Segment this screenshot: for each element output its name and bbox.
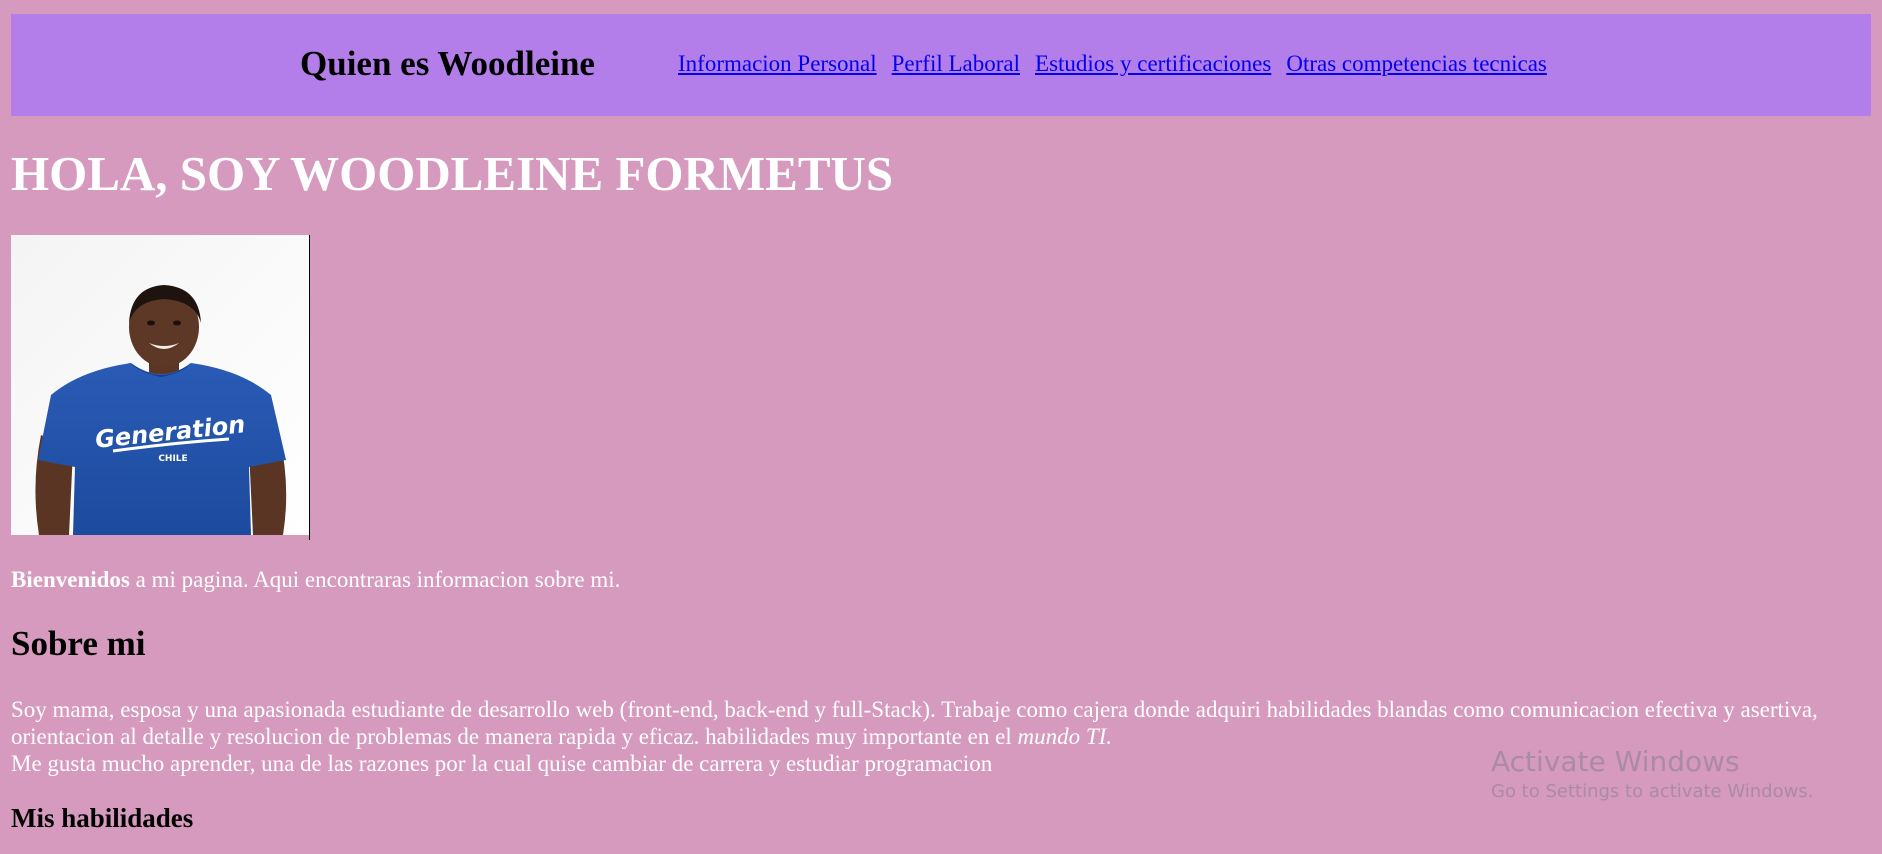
about-text-italic: mundo TI. (1017, 724, 1113, 749)
site-title: Quien es Woodleine (300, 44, 595, 83)
nav-link-otras-competencias[interactable]: Otras competencias tecnicas (1286, 50, 1547, 78)
site-header: Quien es Woodleine Informacion Personal … (11, 14, 1871, 116)
skills-heading: Mis habilidades (11, 803, 194, 833)
hero-title: HOLA, SOY WOODLEINE FORMETUS (11, 146, 894, 201)
about-heading: Sobre mi (11, 624, 146, 663)
windows-activation-watermark: Activate Windows Go to Settings to activ… (1491, 745, 1813, 804)
welcome-bold: Bienvenidos (11, 567, 130, 592)
nav-link-perfil-laboral[interactable]: Perfil Laboral (892, 50, 1020, 78)
profile-photo-frame: Generation CHILE (11, 235, 310, 540)
about-text-part1: Soy mama, esposa y una apasionada estudi… (11, 697, 1818, 749)
welcome-text: Bienvenidos a mi pagina. Aqui encontrara… (11, 566, 620, 594)
shirt-logo-subtext: CHILE (158, 454, 187, 464)
nav-link-informacion-personal[interactable]: Informacion Personal (678, 50, 877, 78)
about-text-line2: Me gusta mucho aprender, una de las razo… (11, 751, 993, 776)
welcome-rest: a mi pagina. Aqui encontraras informacio… (129, 567, 621, 592)
nav-link-estudios-certificaciones[interactable]: Estudios y certificaciones (1035, 50, 1271, 78)
watermark-subtitle: Go to Settings to activate Windows. (1491, 780, 1814, 802)
profile-photo-illustration: Generation CHILE (11, 235, 309, 535)
profile-photo: Generation CHILE (11, 235, 309, 535)
watermark-title: Activate Windows (1491, 745, 1740, 778)
main-nav: Informacion Personal Perfil Laboral Estu… (678, 50, 1547, 78)
